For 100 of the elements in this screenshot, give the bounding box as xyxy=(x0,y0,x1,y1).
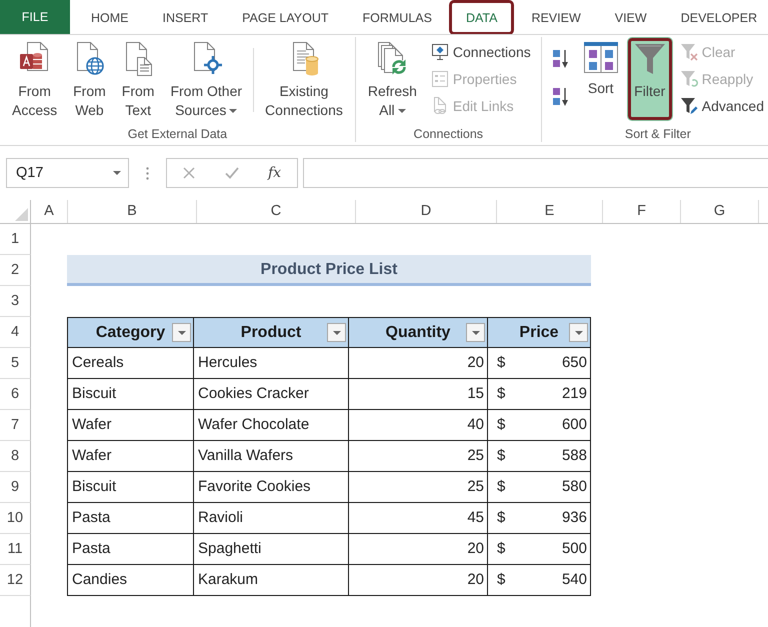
filter-dropdown-button[interactable] xyxy=(569,323,588,342)
table-cell: 40 xyxy=(349,410,488,441)
row-header[interactable]: 12 xyxy=(0,565,31,596)
row-header[interactable]: 9 xyxy=(0,472,31,503)
row-header[interactable]: 10 xyxy=(0,503,31,534)
ribbon-button[interactable]: From Other Sources xyxy=(163,37,250,121)
table-cell: Ravioli xyxy=(194,503,349,534)
price-value: 650 xyxy=(562,353,587,373)
table-cell: Wafer xyxy=(67,410,194,441)
price-value: 580 xyxy=(562,477,587,497)
ribbon-button[interactable]: Connections xyxy=(426,38,536,65)
currency-symbol: $ xyxy=(497,415,506,435)
file-tab[interactable]: FILE xyxy=(0,0,70,34)
sort-grid-icon xyxy=(584,42,618,73)
table-cell: Candies xyxy=(67,565,194,596)
caret-icon xyxy=(113,171,121,175)
table-cell: Vanilla Wafers xyxy=(194,441,349,472)
row-header[interactable]: 3 xyxy=(0,286,31,317)
group-label: Get External Data xyxy=(126,126,228,142)
column-header[interactable]: E xyxy=(497,200,603,223)
price-value: 219 xyxy=(562,384,587,404)
caret-icon xyxy=(574,330,582,334)
currency-symbol: $ xyxy=(497,570,506,590)
caret-icon xyxy=(178,330,186,334)
sort-descending-icon xyxy=(552,87,570,107)
row-header[interactable]: 7 xyxy=(0,410,31,441)
ribbon-button[interactable]: Filter xyxy=(626,37,673,121)
column-title: Category xyxy=(96,324,166,341)
price-value: 600 xyxy=(562,415,587,435)
filter-dropdown-button[interactable] xyxy=(327,323,346,342)
table-cell: 15 xyxy=(349,379,488,410)
funnel-x-icon xyxy=(680,42,698,60)
column-title: Quantity xyxy=(386,324,450,341)
triangle-icon xyxy=(15,208,28,221)
row-header[interactable]: 4 xyxy=(0,317,31,348)
ribbon-button[interactable]: From Access xyxy=(5,37,64,121)
filter-dropdown-button[interactable] xyxy=(172,323,191,342)
column-header[interactable]: B xyxy=(68,200,197,223)
currency-symbol: $ xyxy=(497,539,506,559)
currency-symbol: $ xyxy=(497,508,506,528)
caret-icon xyxy=(472,330,480,334)
ribbon-button[interactable]: From Web xyxy=(66,37,113,121)
ribbon-button[interactable]: From Text xyxy=(114,37,162,121)
table-cell: 45 xyxy=(349,503,488,534)
vertical-dots-icon[interactable] xyxy=(146,166,149,180)
table-cell: Pasta xyxy=(67,534,194,565)
price-value: 588 xyxy=(562,446,587,466)
table-cell: Favorite Cookies xyxy=(194,472,349,503)
funnel-icon xyxy=(634,42,666,76)
table-cell: Wafer Chocolate xyxy=(194,410,349,441)
table-cell: 20 xyxy=(349,534,488,565)
currency-symbol: $ xyxy=(497,446,506,466)
column-header[interactable]: C xyxy=(197,200,356,223)
ribbon-button[interactable]: Advanced xyxy=(674,92,768,119)
row-header[interactable]: 6 xyxy=(0,379,31,410)
column-header[interactable]: G xyxy=(681,200,759,223)
sheet-title: Product Price List xyxy=(67,255,591,286)
column-title: Price xyxy=(519,324,559,341)
ribbon-button[interactable]: Refresh All xyxy=(360,37,424,121)
funnel-refresh-icon xyxy=(680,70,698,88)
price-value: 500 xyxy=(562,539,587,559)
monitor-icon xyxy=(430,42,449,60)
cross-icon xyxy=(182,167,194,179)
column-header[interactable]: D xyxy=(356,200,497,223)
row-header[interactable]: 11 xyxy=(0,534,31,565)
ribbon-tab[interactable]: DATA xyxy=(448,0,514,34)
list-icon xyxy=(430,70,449,88)
table-cell: Cereals xyxy=(67,348,194,379)
ribbon-button[interactable]: Existing Connections xyxy=(258,37,350,121)
group-label: Sort & Filter xyxy=(624,126,692,142)
table-cell: Pasta xyxy=(67,503,194,534)
row-header[interactable]: 8 xyxy=(0,441,31,472)
caret-icon xyxy=(332,330,340,334)
sort-ascending-icon xyxy=(552,49,570,69)
insert-function-button[interactable]: fx xyxy=(253,159,296,187)
price-value: 540 xyxy=(562,570,587,590)
check-icon xyxy=(224,167,238,179)
table-cell: Karakum xyxy=(194,565,349,596)
row-header[interactable]: 1 xyxy=(0,224,31,255)
table-cell: Biscuit xyxy=(67,379,194,410)
table-cell: Spaghetti xyxy=(194,534,349,565)
filter-dropdown-button[interactable] xyxy=(466,323,485,342)
row-header[interactable]: 2 xyxy=(0,255,31,286)
table-cell: 20 xyxy=(349,565,488,596)
table-cell: Hercules xyxy=(194,348,349,379)
row-header[interactable]: 5 xyxy=(0,348,31,379)
formula-input[interactable] xyxy=(303,158,768,188)
currency-symbol: $ xyxy=(497,477,506,497)
price-value: 936 xyxy=(562,508,587,528)
column-header[interactable]: A xyxy=(31,200,68,223)
table-cell: 25 xyxy=(349,472,488,503)
table-cell: 20 xyxy=(349,348,488,379)
currency-symbol: $ xyxy=(497,353,506,373)
table-cell: 25 xyxy=(349,441,488,472)
documents-refresh-icon xyxy=(376,42,408,76)
ribbon-button[interactable]: Sort xyxy=(576,37,625,121)
column-header[interactable]: F xyxy=(603,200,681,223)
name-box[interactable]: Q17 xyxy=(6,158,129,188)
group-label: Connections xyxy=(412,126,484,142)
table-cell: Cookies Cracker xyxy=(194,379,349,410)
